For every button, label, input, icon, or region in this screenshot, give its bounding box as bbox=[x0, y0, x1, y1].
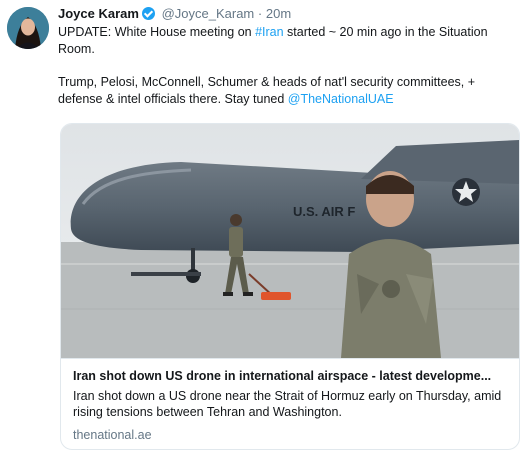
card-title[interactable]: Iran shot down US drone in international… bbox=[73, 369, 513, 383]
card-description: Iran shot down a US drone near the Strai… bbox=[73, 389, 502, 419]
tweet-timestamp[interactable]: 20m bbox=[266, 6, 291, 21]
tweet-text-line1-prefix: UPDATE: White House meeting on bbox=[58, 25, 256, 39]
hashtag-link[interactable]: #Iran bbox=[255, 25, 284, 39]
tweet-header: Joyce Karam @Joyce_Karam · 20m bbox=[58, 6, 291, 21]
mention-link[interactable]: @TheNationalUAE bbox=[288, 92, 394, 106]
tweet-text: UPDATE: White House meeting on #Iran sta… bbox=[58, 24, 508, 108]
author-name[interactable]: Joyce Karam bbox=[58, 6, 139, 21]
tweet-text-para2: Trump, Pelosi, McConnell, Schumer & head… bbox=[58, 75, 476, 106]
card-image[interactable]: U.S. AIR F bbox=[61, 124, 519, 358]
separator-dot: · bbox=[257, 6, 263, 21]
card-body[interactable]: Iran shot down US drone in international… bbox=[61, 358, 519, 449]
link-preview-card[interactable]: U.S. AIR F Iran shot down US drone in in… bbox=[60, 123, 520, 450]
card-domain[interactable]: thenational.ae bbox=[73, 428, 152, 442]
author-handle[interactable]: @Joyce_Karam bbox=[162, 6, 255, 21]
verified-badge-icon bbox=[141, 7, 155, 20]
aircraft-marking-text: U.S. AIR F bbox=[293, 204, 355, 219]
avatar[interactable] bbox=[7, 7, 49, 49]
tweet-paragraph-1: UPDATE: White House meeting on #Iran sta… bbox=[58, 24, 508, 58]
tweet-paragraph-2: Trump, Pelosi, McConnell, Schumer & head… bbox=[58, 74, 508, 108]
